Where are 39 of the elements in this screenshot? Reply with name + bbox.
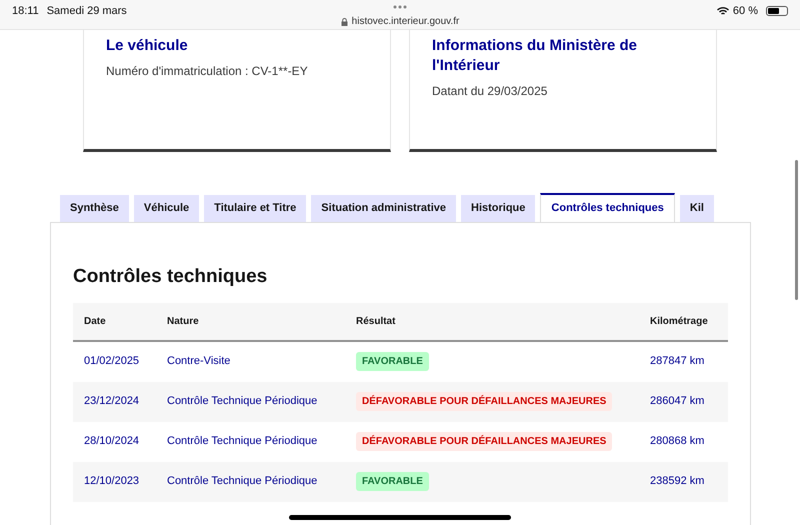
more-dots-icon[interactable] xyxy=(393,5,407,9)
table-cell-text: Contrôle Technique Périodique xyxy=(167,394,318,410)
table-cell-text: 23/12/2024 xyxy=(83,394,140,410)
wifi-icon xyxy=(716,6,729,16)
card-text: Numéro d'immatriculation : CV-1**-EY xyxy=(106,63,309,80)
tab[interactable]: Synthèse xyxy=(60,195,129,222)
tab[interactable]: Kil xyxy=(680,195,714,222)
tab[interactable]: Véhicule xyxy=(134,195,200,222)
result-badge: FAVORABLE xyxy=(356,472,429,491)
url-text[interactable]: histovec.interieur.gouv.fr xyxy=(352,14,460,29)
table-cell-text: Contre-Visite xyxy=(167,354,232,370)
tab[interactable]: Situation administrative xyxy=(311,195,456,222)
table-cell-text: 238592 km xyxy=(650,474,704,490)
lock-icon xyxy=(340,18,348,26)
battery-percent: 60 % xyxy=(732,4,758,19)
table-cell-text: Contrôle Technique Périodique xyxy=(167,434,318,450)
tab[interactable]: Titulaire et Titre xyxy=(204,195,306,222)
date-text: Samedi 29 mars xyxy=(46,4,127,19)
tab[interactable]: Historique xyxy=(461,195,536,222)
column-header: Kilométrage xyxy=(650,314,708,328)
column-header: Nature xyxy=(167,314,200,328)
card-text: Datant du 29/03/2025 xyxy=(432,83,548,100)
table-cell-text: 280868 km xyxy=(650,434,704,450)
result-badge: FAVORABLE xyxy=(356,352,429,371)
table-cell-text: 01/02/2025 xyxy=(83,354,140,370)
table-cell-text: 12/10/2023 xyxy=(83,474,140,490)
result-badge: DÉFAVORABLE POUR DÉFAILLANCES MAJEURES xyxy=(356,392,612,411)
clock-time: 18:11 xyxy=(12,4,39,19)
table-cell-text: 28/10/2024 xyxy=(83,434,140,450)
table-cell-text: 287847 km xyxy=(650,354,704,370)
column-header: Date xyxy=(83,314,107,328)
result-badge: DÉFAVORABLE POUR DÉFAILLANCES MAJEURES xyxy=(356,432,612,451)
table-cell-text: Contrôle Technique Périodique xyxy=(167,474,318,490)
tab[interactable]: Contrôles techniques xyxy=(540,193,675,222)
table-cell-text: 286047 km xyxy=(650,394,704,410)
card-title: Informations du Ministère de l'Intérieur xyxy=(432,36,638,76)
column-header: Résultat xyxy=(356,314,396,328)
section-title: Contrôles techniques xyxy=(73,265,268,289)
card-title: Le véhicule xyxy=(106,36,189,56)
